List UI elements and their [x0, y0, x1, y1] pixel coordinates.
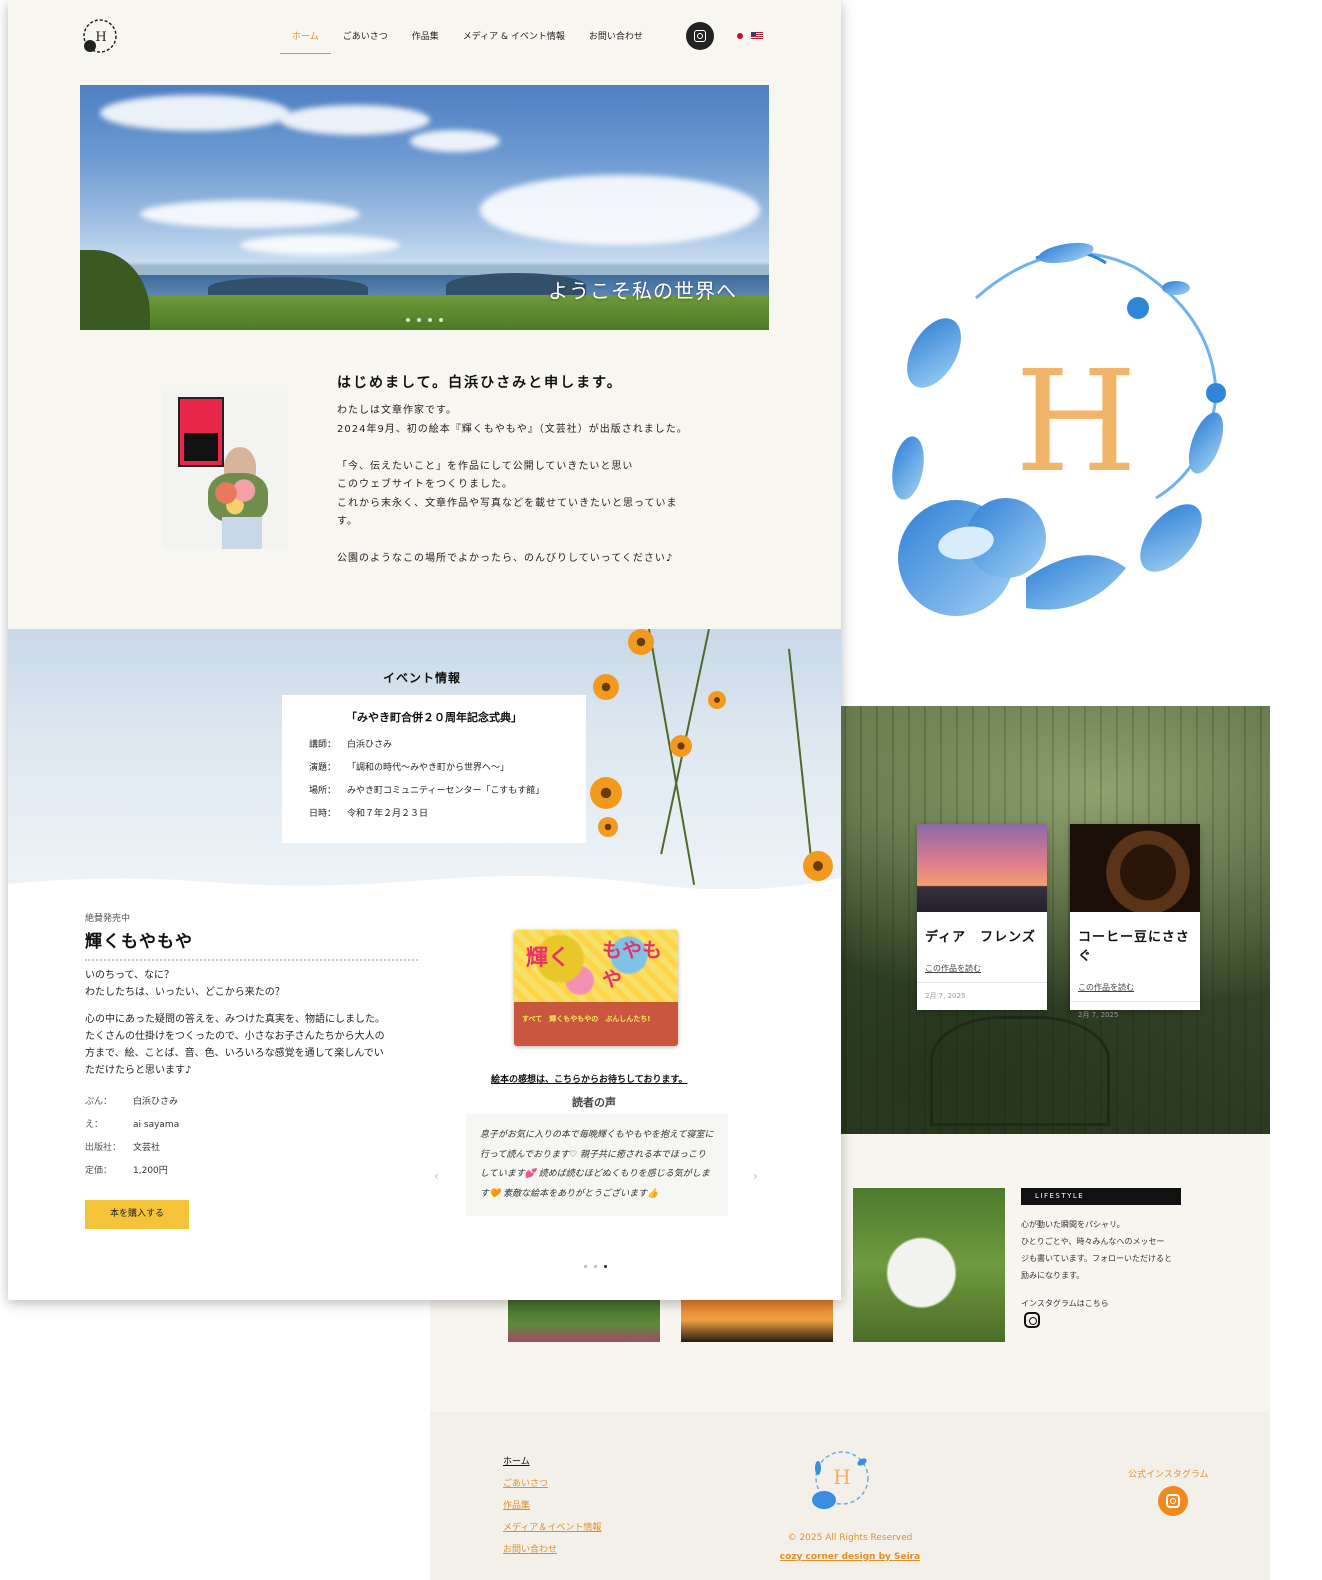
reviews-heading: 読者の声: [572, 1096, 616, 1109]
book-section: 絶賛発売中 輝くもやもや いのちって、なに？ わたしたちは、いったい、どこから来…: [8, 889, 841, 1300]
intro-title: はじめまして。白浜ひさみと申します。: [337, 375, 623, 391]
event-heading: イベント情報: [383, 671, 462, 685]
book-meta-row: 出版社： 文芸社: [85, 1143, 161, 1153]
review-dot[interactable]: [584, 1265, 587, 1268]
instagram-photo-sunset[interactable]: [681, 1298, 833, 1342]
book-meta-row: え： ai sayama: [85, 1120, 180, 1130]
event-row: 場所： みやき町コミュニティーセンター「こすもす館」: [309, 786, 545, 796]
nav-item-contact[interactable]: お問い合わせ: [589, 26, 643, 54]
divider: [85, 959, 418, 961]
work-date: 2月 7, 2025: [1070, 1001, 1200, 1028]
svg-text:H: H: [95, 30, 106, 45]
footer-logo-icon[interactable]: H: [806, 1442, 876, 1518]
cover-subtitle: すべて 輝くもやもやの ぶんしんたち!: [522, 1015, 651, 1023]
svg-text:H: H: [833, 1465, 850, 1489]
buy-book-button[interactable]: 本を購入する: [85, 1200, 189, 1229]
slider-dot[interactable]: [417, 318, 421, 322]
work-card[interactable]: ディア フレンズ この作品を読む 2月 7, 2025: [917, 824, 1047, 1010]
work-date: 2月 7, 2025: [917, 982, 1047, 1009]
lifestyle-description: 心が動いた瞬間をパシャリ。 ひとりごとや、時々みんなへのメッセー ジも書いていま…: [1021, 1220, 1172, 1280]
nav-item-greeting[interactable]: ごあいさつ: [343, 26, 388, 54]
event-row: 講師： 白浜ひさみ: [309, 740, 393, 750]
nav-item-media-events[interactable]: メディア & イベント情報: [463, 26, 565, 54]
work-card[interactable]: コーヒー豆にささぐ この作品を読む 2月 7, 2025: [1070, 824, 1200, 1019]
event-card: 「みやき町合併２０周年記念式典」 講師： 白浜ひさみ 演題： 「調和の時代〜みやき町…: [282, 695, 586, 843]
nav-item-works[interactable]: 作品集: [412, 26, 439, 54]
slider-dot[interactable]: [406, 318, 410, 322]
chevron-left-icon[interactable]: ‹: [434, 1169, 439, 1183]
slider-dot[interactable]: [428, 318, 432, 322]
official-instagram-label: 公式インスタグラム: [1128, 1470, 1209, 1480]
book-meta-row: ぶん： 白浜ひさみ: [85, 1097, 179, 1107]
author-photo: [162, 391, 288, 549]
footer-link-media-events[interactable]: メディア＆イベント情報: [503, 1520, 601, 1533]
footer-nav: ホーム ごあいさつ 作品集 メディア＆イベント情報 お問い合わせ: [503, 1454, 601, 1564]
work-title: コーヒー豆にささぐ: [1078, 930, 1190, 964]
review-dot[interactable]: [604, 1265, 607, 1268]
us-flag-icon[interactable]: [751, 32, 763, 40]
copyright-text: © 2025 All Rights Reserved: [787, 1533, 913, 1543]
review-card: 息子がお気に入りの本で毎晩輝くもやもやを抱えて寝室に行って読んでおります♡ 親子…: [466, 1114, 728, 1216]
work-thumbnail-coffee: [1070, 824, 1200, 912]
event-section: イベント情報 「みやき町合併２０周年記念式典」 講師： 白浜ひさみ 演題： 「調和の…: [8, 629, 841, 889]
book-description-2: 心の中にあった疑問の答えを、みつけた真実を、物語にしました。 たくさんの仕掛けを…: [85, 1014, 385, 1076]
book-description-1: いのちって、なに？ わたしたちは、いったい、どこから来たの？: [85, 970, 285, 998]
event-row: 日時： 令和７年２月２３日: [309, 809, 429, 819]
footer-link-works[interactable]: 作品集: [503, 1498, 601, 1511]
hero-caption: ようこそ私の世界へ: [548, 279, 737, 303]
review-dot[interactable]: [594, 1265, 597, 1268]
intro-body: わたしは文章作家です。 2024年9月、初の絵本『輝くもやもや』（文芸社）が出版…: [337, 405, 688, 564]
garden-chair-shape: [930, 1016, 1110, 1126]
instagram-icon[interactable]: [686, 22, 714, 50]
sale-label: 絶賛発売中: [85, 914, 131, 924]
hero-slider[interactable]: ようこそ私の世界へ: [80, 85, 769, 330]
brand-logo-icon: H: [892, 242, 1226, 616]
cover-title: 輝く: [526, 946, 571, 971]
instagram-icon[interactable]: [1024, 1312, 1040, 1328]
instagram-icon[interactable]: [1158, 1486, 1188, 1516]
lifestyle-badge: LIFESTYLE: [1021, 1188, 1181, 1205]
work-thumbnail-sunset: [917, 824, 1047, 912]
japan-flag-icon[interactable]: [737, 33, 743, 39]
review-dots[interactable]: [584, 1265, 614, 1268]
slider-dot[interactable]: [439, 318, 443, 322]
book-meta-row: 定価： 1,200円: [85, 1166, 168, 1176]
instagram-photo-hills[interactable]: [508, 1298, 660, 1342]
work-title: ディア フレンズ: [925, 930, 1036, 945]
designer-credit-link[interactable]: cozy corner design by Seira: [430, 1552, 1270, 1562]
hero-cliff: [80, 250, 150, 330]
chevron-right-icon[interactable]: ›: [753, 1169, 758, 1183]
main-nav: ホーム ごあいさつ 作品集 メディア & イベント情報 お問い合わせ: [280, 26, 667, 54]
instagram-photo-goat[interactable]: [853, 1188, 1005, 1342]
slider-dots[interactable]: [406, 318, 450, 322]
event-title: 「みやき町合併２０周年記念式典」: [346, 711, 522, 724]
site-logo-icon[interactable]: H: [80, 16, 120, 56]
nav-item-home[interactable]: ホーム: [280, 26, 331, 54]
book-cover-image[interactable]: 輝く もやもや すべて 輝くもやもやの ぶんしんたち!: [514, 930, 678, 1046]
main-page-preview: H ホーム ごあいさつ 作品集 メディア & イベント情報 お問い合わせ ようこ…: [8, 0, 841, 1300]
book-title: 輝くもやもや: [85, 932, 193, 952]
svg-text:H: H: [1015, 341, 1137, 504]
event-row: 演題： 「調和の時代〜みやき町から世界へ〜」: [309, 763, 510, 773]
impression-link[interactable]: 絵本の感想は、こちらからお待ちしております。: [491, 1072, 688, 1085]
footer-link-greeting[interactable]: ごあいさつ: [503, 1476, 601, 1489]
footer: ホーム ごあいさつ 作品集 メディア＆イベント情報 お問い合わせ H © 202…: [430, 1412, 1270, 1580]
read-work-link[interactable]: この作品を読む: [917, 945, 1047, 982]
cover-title: もやもや: [602, 938, 662, 991]
footer-link-home[interactable]: ホーム: [503, 1454, 601, 1467]
instagram-link-label: インスタグラムはこちら: [1021, 1299, 1109, 1308]
read-work-link[interactable]: この作品を読む: [1070, 964, 1200, 1001]
